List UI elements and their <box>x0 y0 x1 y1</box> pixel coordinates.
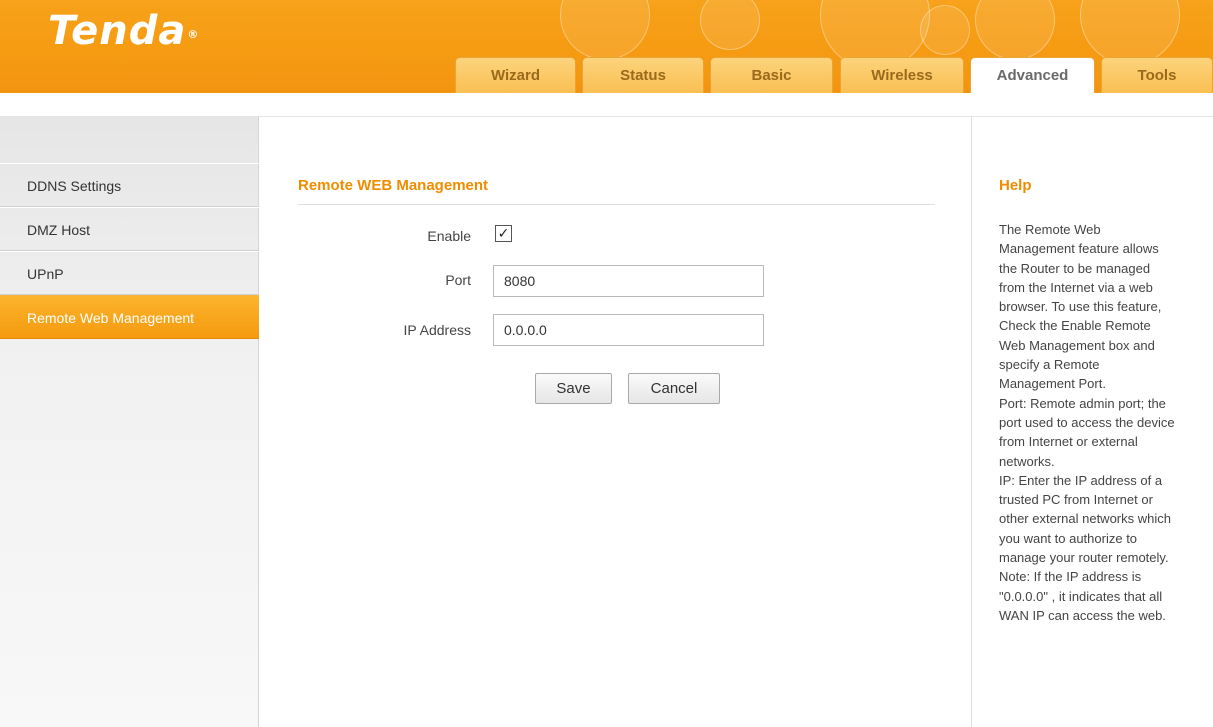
title-divider <box>298 204 935 205</box>
tab-wireless[interactable]: Wireless <box>840 57 964 93</box>
decorative-bokeh <box>700 0 760 50</box>
header-bar: Tenda® Wizard Status Basic Wireless Adva… <box>0 0 1213 93</box>
cancel-button[interactable]: Cancel <box>628 373 720 404</box>
tab-advanced[interactable]: Advanced <box>970 57 1095 93</box>
main-content: Remote WEB Management Enable ✓ Port IP A… <box>260 117 970 727</box>
logo-text: Tenda <box>48 8 187 54</box>
checkmark-icon: ✓ <box>497 225 510 241</box>
header-divider-strip <box>0 93 1213 117</box>
tab-basic[interactable]: Basic <box>710 57 833 93</box>
save-button[interactable]: Save <box>535 373 612 404</box>
enable-label: Enable <box>427 228 471 244</box>
help-title: Help <box>999 177 1032 194</box>
registered-mark: ® <box>187 28 200 41</box>
sidebar: DDNS Settings DMZ Host UPnP Remote Web M… <box>0 117 259 727</box>
tenda-logo: Tenda® <box>48 6 198 56</box>
help-text: The Remote Web Management feature allows… <box>999 222 1175 623</box>
port-label: Port <box>445 272 471 288</box>
tab-status[interactable]: Status <box>582 57 704 93</box>
decorative-bokeh <box>920 5 970 55</box>
decorative-bokeh <box>975 0 1055 60</box>
help-panel: Help The Remote Web Management feature a… <box>971 117 1213 727</box>
port-input[interactable] <box>493 265 764 297</box>
sidebar-item-ddns-settings[interactable]: DDNS Settings <box>0 163 259 207</box>
ip-address-label: IP Address <box>403 322 471 338</box>
ip-address-input[interactable] <box>493 314 764 346</box>
sidebar-item-remote-web-management[interactable]: Remote Web Management <box>0 295 259 339</box>
tab-wizard[interactable]: Wizard <box>455 57 576 93</box>
tab-tools[interactable]: Tools <box>1101 57 1213 93</box>
sidebar-item-upnp[interactable]: UPnP <box>0 251 259 295</box>
page-title: Remote WEB Management <box>298 177 489 194</box>
sidebar-item-dmz-host[interactable]: DMZ Host <box>0 207 259 251</box>
decorative-bokeh <box>1080 0 1180 65</box>
enable-checkbox[interactable]: ✓ <box>495 225 512 242</box>
decorative-bokeh <box>560 0 650 60</box>
main-nav-tabs: Wizard Status Basic Wireless Advanced To… <box>0 57 1213 93</box>
